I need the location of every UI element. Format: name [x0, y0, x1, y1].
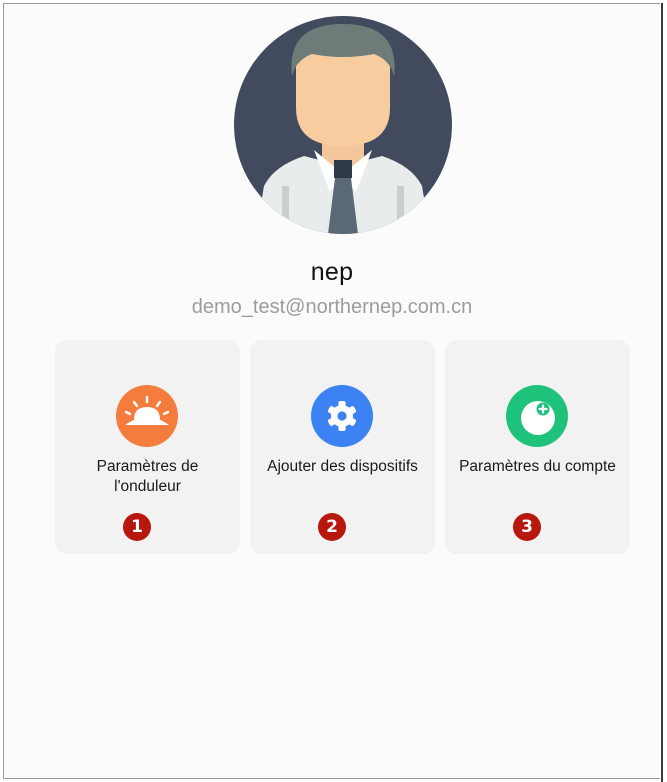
frame-edge	[661, 3, 663, 782]
account-settings-label: Paramètres du compte	[459, 458, 616, 475]
step-badge-2: 2	[318, 513, 346, 541]
add-devices-label: Ajouter des dispositifs	[267, 458, 418, 475]
user-avatar-icon[interactable]	[234, 16, 452, 234]
add-devices-card[interactable]: Ajouter des dispositifs 2	[250, 340, 435, 554]
sunrise-icon	[115, 384, 179, 448]
screen-frame: nep demo_test@northernep.com.cn Paramètr…	[3, 3, 660, 779]
step-badge-3: 3	[513, 513, 541, 541]
user-name: nep	[310, 258, 354, 286]
inverter-settings-card[interactable]: Paramètres de l'onduleur 1	[55, 340, 240, 554]
account-settings-card[interactable]: Paramètres du compte 3	[445, 340, 630, 554]
gear-icon	[310, 384, 374, 448]
inverter-settings-label: Paramètres de l'onduleur	[96, 458, 199, 495]
user-email: demo_test@northernep.com.cn	[191, 296, 473, 318]
step-badge-1: 1	[123, 513, 151, 541]
account-plus-icon	[505, 384, 569, 448]
